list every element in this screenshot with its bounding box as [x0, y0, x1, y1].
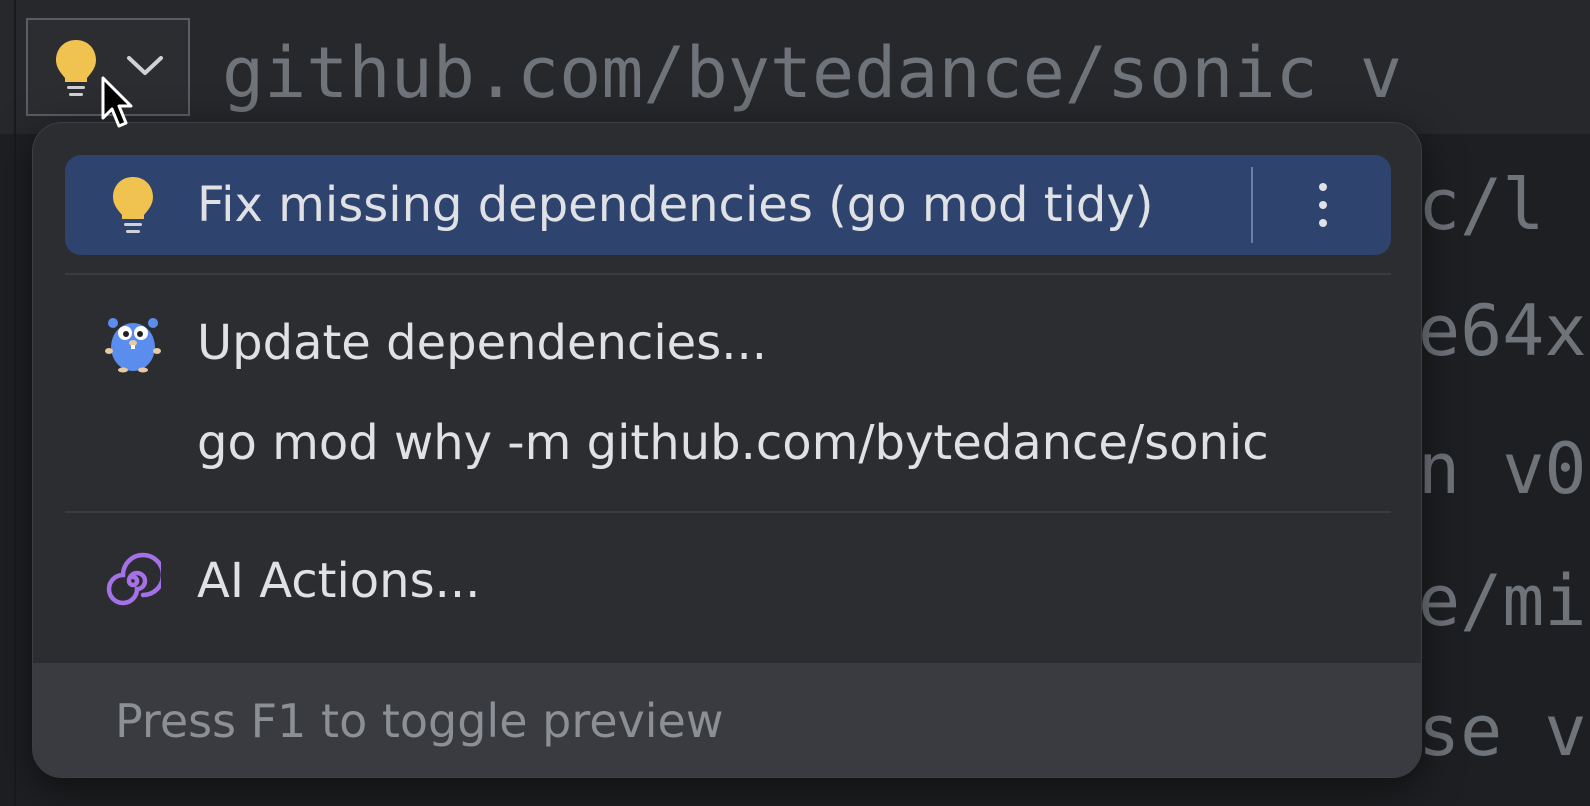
mouse-cursor-icon	[100, 76, 136, 134]
action-ai-actions[interactable]: AI Actions...	[65, 531, 1391, 631]
action-fix-missing-dependencies[interactable]: Fix missing dependencies (go mod tidy)	[65, 155, 1391, 255]
code-editor[interactable]: github.com/bytedance/sonic v c/l e64x n …	[0, 0, 1590, 806]
divider	[65, 273, 1391, 275]
action-label: AI Actions...	[197, 553, 481, 609]
action-label: Update dependencies...	[197, 315, 767, 371]
code-line-2-tail[interactable]: c/l	[1418, 170, 1544, 240]
ai-spiral-icon	[105, 551, 166, 611]
code-line-5-tail[interactable]: e/mi	[1418, 566, 1587, 636]
popup-footer: Press F1 to toggle preview	[33, 663, 1421, 777]
code-line-4-tail[interactable]: n v0	[1418, 434, 1587, 504]
action-label: Fix missing dependencies (go mod tidy)	[197, 177, 1154, 233]
gutter-border	[14, 0, 16, 806]
lightbulb-icon	[105, 175, 161, 235]
action-go-mod-why[interactable]: go mod why -m github.com/bytedance/sonic	[65, 393, 1391, 493]
code-line-3-tail[interactable]: e64x	[1418, 296, 1587, 366]
code-line-1[interactable]: github.com/bytedance/sonic v	[222, 38, 1402, 108]
more-options-icon[interactable]	[1303, 177, 1343, 233]
code-line-6-tail[interactable]: se v	[1418, 696, 1587, 766]
toggle-preview-hint: Press F1 to toggle preview	[115, 694, 724, 748]
separator-vertical	[1251, 167, 1253, 243]
action-label: go mod why -m github.com/bytedance/sonic	[197, 415, 1269, 471]
intention-actions-popup: Fix missing dependencies (go mod tidy) U…	[32, 122, 1422, 778]
action-update-dependencies[interactable]: Update dependencies...	[65, 293, 1391, 393]
gopher-icon	[105, 313, 161, 373]
divider	[65, 511, 1391, 513]
lightbulb-icon	[54, 38, 98, 106]
